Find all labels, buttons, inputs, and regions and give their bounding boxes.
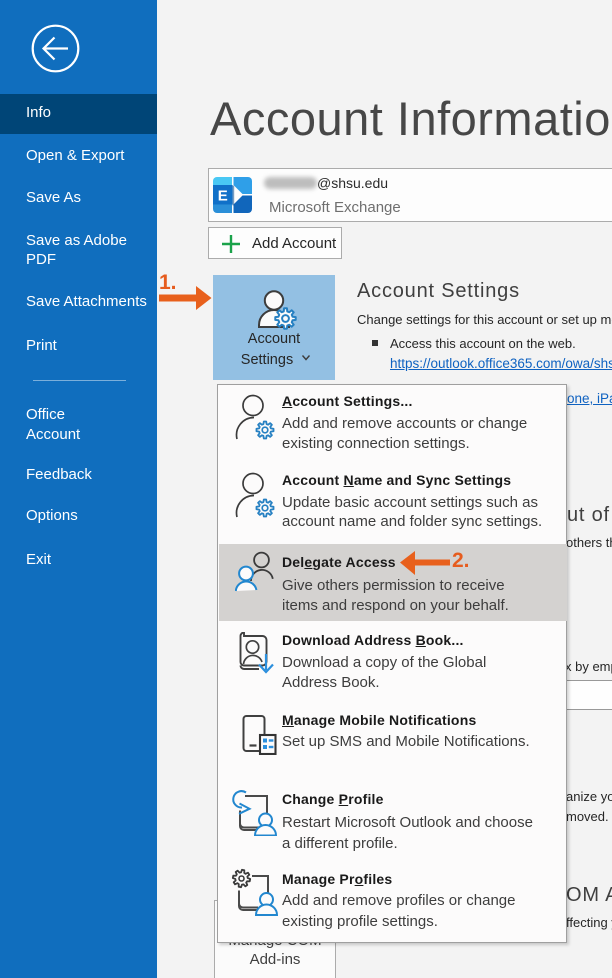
svg-text:E: E	[218, 188, 228, 205]
